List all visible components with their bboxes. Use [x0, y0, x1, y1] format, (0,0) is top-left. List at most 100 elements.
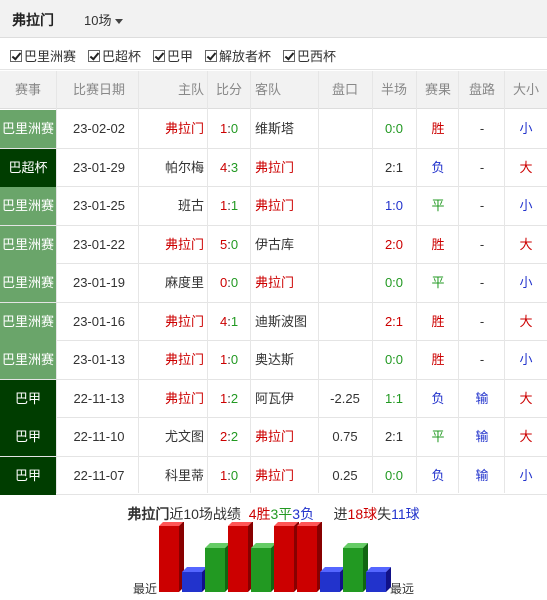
table-row[interactable]: 巴甲 22-11-13 弗拉门 1:2 阿瓦伊 -2.25 1:1 负 输 大 [0, 379, 547, 418]
match-result: 胜 [431, 236, 445, 252]
checkbox-checked-icon[interactable] [283, 50, 295, 62]
home-team[interactable]: 麻度里 [140, 264, 204, 302]
league-badge[interactable]: 巴甲 [0, 456, 56, 495]
match-score: 5:0 [210, 226, 248, 264]
match-result: 平 [431, 198, 445, 213]
home-team[interactable]: 帕尔梅 [140, 149, 204, 187]
league-badge[interactable]: 巴甲 [0, 418, 56, 456]
over-under-result: 小 [519, 275, 533, 290]
home-team[interactable]: 弗拉门 [140, 380, 204, 418]
form-bar-chart [159, 522, 391, 592]
table-row[interactable]: 巴里洲赛 23-01-16 弗拉门 4:1 迪斯波图 2:1 胜 - 大 [0, 302, 547, 341]
form-bar [366, 567, 391, 592]
home-team[interactable]: 班古 [140, 187, 204, 225]
form-bar [274, 522, 299, 592]
summary-losses: 3负 [292, 506, 315, 522]
match-score: 0:0 [210, 264, 248, 302]
half-time-score: 1:1 [384, 390, 404, 406]
away-team[interactable]: 伊古库 [255, 226, 317, 264]
handicap-result: - [479, 159, 485, 175]
match-score: 4:3 [210, 149, 248, 187]
match-date: 23-01-19 [72, 275, 126, 290]
checkbox-checked-icon[interactable] [205, 50, 217, 62]
filter-checkbox-0[interactable]: 巴里洲赛 [10, 46, 76, 65]
home-team[interactable]: 弗拉门 [140, 341, 204, 379]
league-badge[interactable]: 巴里洲赛 [0, 225, 56, 264]
match-score: 1:0 [210, 341, 248, 379]
summary-wins: 4胜 [248, 506, 271, 522]
half-time-score: 2:1 [384, 429, 404, 444]
column-header-8: 盘路 [468, 82, 495, 97]
home-team[interactable]: 尤文图 [140, 418, 204, 456]
home-team[interactable]: 弗拉门 [140, 303, 204, 341]
match-result: 负 [431, 390, 445, 406]
match-result: 负 [431, 467, 445, 483]
match-score: 2:2 [210, 418, 248, 456]
league-badge[interactable]: 巴里洲赛 [0, 264, 56, 302]
half-time-score: 0:0 [384, 352, 404, 367]
summary-goals-mid: 失 [377, 506, 392, 522]
match-result: 平 [431, 275, 445, 290]
home-team[interactable]: 弗拉门 [140, 110, 204, 148]
match-score: 1:0 [210, 110, 248, 148]
filter-label: 巴西杯 [297, 49, 337, 64]
league-badge[interactable]: 巴里洲赛 [0, 187, 56, 225]
table-row[interactable]: 巴甲 22-11-10 尤文图 2:2 弗拉门 0.75 2:1 平 输 大 [0, 418, 547, 457]
handicap-result: - [479, 313, 485, 329]
filter-checkbox-1[interactable]: 巴超杯 [88, 46, 141, 65]
table-row[interactable]: 巴里洲赛 23-01-25 班古 1:1 弗拉门 1:0 平 - 小 [0, 187, 547, 226]
summary-draws: 3平 [270, 506, 293, 522]
over-under-result: 大 [519, 313, 533, 329]
handicap-line: -2.25 [330, 390, 360, 406]
form-bar [159, 522, 184, 592]
column-divider [504, 71, 505, 493]
away-team[interactable]: 迪斯波图 [255, 303, 317, 341]
table-row[interactable]: 巴里洲赛 23-01-13 弗拉门 1:0 奥达斯 0:0 胜 - 小 [0, 341, 547, 380]
over-under-result: 小 [519, 352, 533, 367]
away-team[interactable]: 奥达斯 [255, 341, 317, 379]
away-team[interactable]: 弗拉门 [255, 187, 317, 225]
checkbox-checked-icon[interactable] [153, 50, 165, 62]
form-bar [297, 522, 322, 592]
checkbox-checked-icon[interactable] [88, 50, 100, 62]
form-bar [205, 543, 230, 592]
home-team[interactable]: 弗拉门 [140, 226, 204, 264]
league-badge[interactable]: 巴超杯 [0, 148, 56, 187]
filter-checkbox-4[interactable]: 巴西杯 [283, 46, 336, 65]
summary-goals-against: 11球 [391, 506, 420, 522]
match-result: 负 [431, 159, 445, 175]
away-team[interactable]: 弗拉门 [255, 264, 317, 302]
away-team[interactable]: 弗拉门 [255, 418, 317, 456]
summary-team: 弗拉门 [127, 506, 170, 522]
over-under-result: 小 [519, 121, 533, 136]
form-bar [228, 522, 253, 592]
away-team[interactable]: 弗拉门 [255, 149, 317, 187]
score-away: 0 [230, 467, 239, 483]
away-team[interactable]: 维斯塔 [255, 110, 317, 148]
away-team[interactable]: 弗拉门 [255, 457, 317, 495]
league-badge[interactable]: 巴里洲赛 [0, 302, 56, 341]
table-row[interactable]: 巴超杯 23-01-29 帕尔梅 4:3 弗拉门 2:1 负 - 大 [0, 148, 547, 187]
column-header-7: 赛果 [424, 82, 451, 97]
match-count-dropdown[interactable]: 10场 [84, 10, 124, 29]
column-header-6: 半场 [380, 82, 407, 97]
table-row[interactable]: 巴里洲赛 23-01-22 弗拉门 5:0 伊古库 2:0 胜 - 大 [0, 225, 547, 264]
match-date: 22-11-10 [73, 429, 125, 444]
filter-checkbox-2[interactable]: 巴甲 [153, 46, 193, 65]
match-date: 22-11-07 [73, 467, 125, 483]
league-badge[interactable]: 巴甲 [0, 379, 56, 418]
table-row[interactable]: 巴里洲赛 23-01-19 麻度里 0:0 弗拉门 0:0 平 - 小 [0, 264, 547, 303]
home-team[interactable]: 科里蒂 [140, 457, 204, 495]
match-date: 23-01-25 [72, 198, 126, 213]
column-header-3: 比分 [215, 82, 242, 97]
league-badge[interactable]: 巴里洲赛 [0, 110, 56, 148]
table-row[interactable]: 巴甲 22-11-07 科里蒂 1:0 弗拉门 0.25 0:0 负 输 小 [0, 456, 547, 495]
away-team[interactable]: 阿瓦伊 [255, 380, 317, 418]
top-bar: 弗拉门 10场 [0, 0, 547, 38]
handicap-line [320, 303, 370, 341]
table-row[interactable]: 巴里洲赛 23-02-02 弗拉门 1:0 维斯塔 0:0 胜 - 小 [0, 110, 547, 149]
checkbox-checked-icon[interactable] [10, 50, 22, 62]
league-badge[interactable]: 巴里洲赛 [0, 341, 56, 379]
summary-goals-prefix: 进 [333, 506, 348, 522]
filter-checkbox-3[interactable]: 解放者杯 [205, 46, 271, 65]
